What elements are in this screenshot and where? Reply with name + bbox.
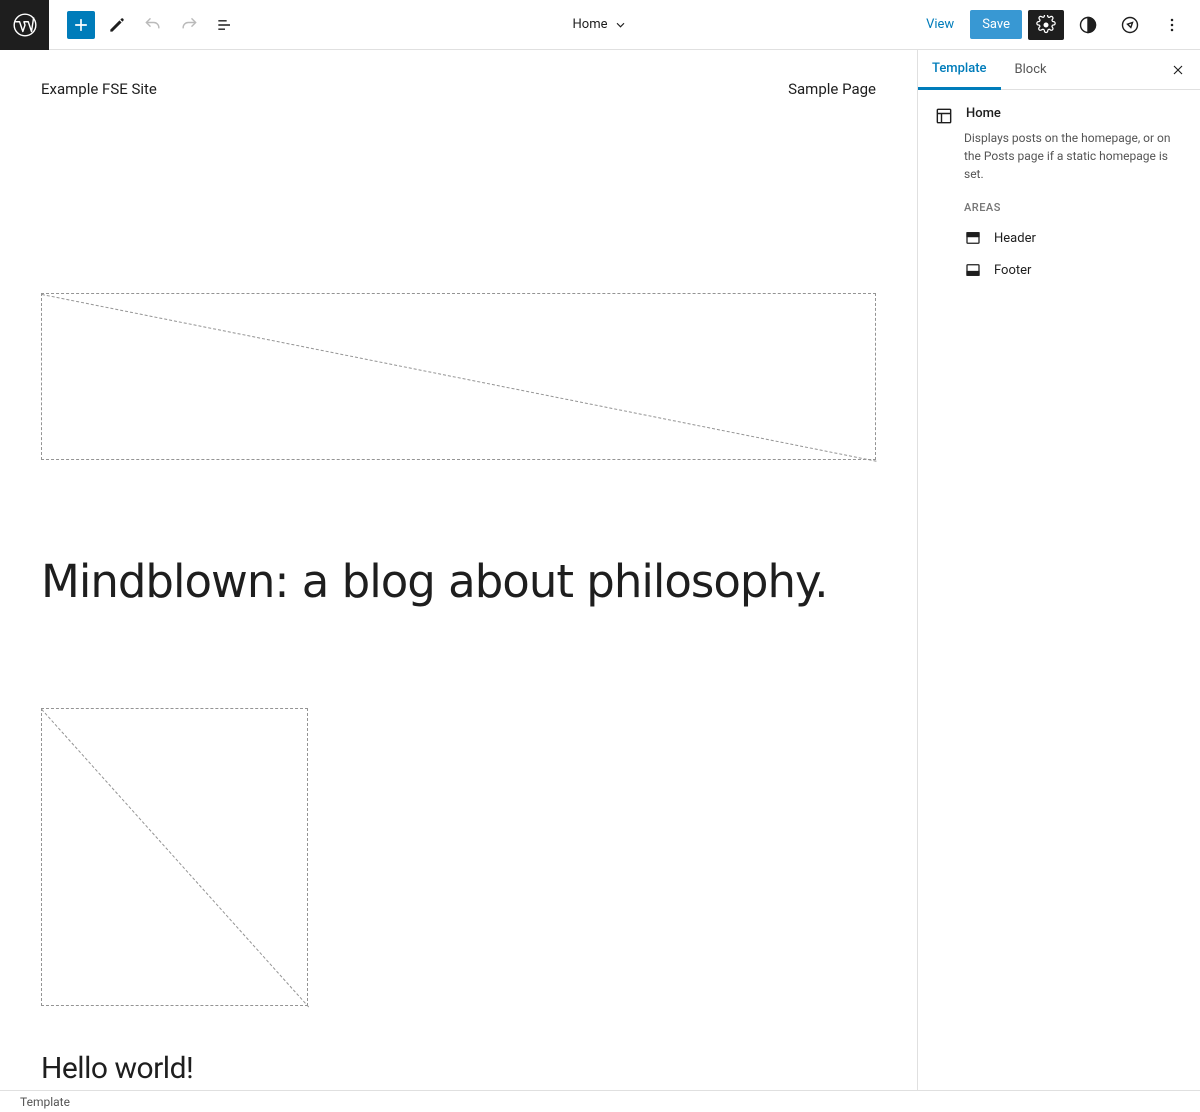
ellipsis-vertical-icon [1162, 15, 1182, 35]
plus-icon [71, 15, 91, 35]
sidebar-tabs: Template Block [918, 50, 1200, 90]
redo-button[interactable] [175, 11, 203, 39]
layout-icon [934, 106, 954, 126]
tab-block[interactable]: Block [1001, 50, 1061, 90]
area-item-header[interactable]: Header [934, 222, 1184, 254]
document-title-dropdown[interactable]: Home [573, 17, 628, 32]
site-title[interactable]: Example FSE Site [41, 80, 157, 98]
wordpress-icon [12, 12, 38, 38]
template-description: Displays posts on the homepage, or on th… [964, 129, 1184, 183]
breadcrumb-item[interactable]: Template [20, 1095, 70, 1109]
header-icon [964, 229, 982, 247]
view-button[interactable]: View [916, 11, 964, 38]
redo-icon [179, 15, 199, 35]
undo-button[interactable] [139, 11, 167, 39]
footer-icon [964, 261, 982, 279]
compass-icon [1120, 15, 1140, 35]
editor-topbar: Home View Save [0, 0, 1200, 50]
toolbar-left-group [49, 11, 239, 39]
areas-heading: AREAS [964, 201, 1184, 214]
close-icon [1170, 62, 1186, 78]
featured-image-placeholder[interactable] [41, 293, 876, 460]
settings-sidebar: Template Block Home Displays posts on th… [918, 50, 1200, 1090]
gear-icon [1036, 15, 1056, 35]
navigation-button[interactable] [1112, 10, 1148, 40]
post-thumbnail-placeholder[interactable] [41, 708, 308, 1006]
list-view-button[interactable] [211, 11, 239, 39]
tools-button[interactable] [103, 11, 131, 39]
close-sidebar-button[interactable] [1166, 58, 1190, 82]
site-header-block[interactable]: Example FSE Site Sample Page [41, 80, 876, 98]
editor-canvas[interactable]: Example FSE Site Sample Page Mindblown: … [0, 50, 918, 1090]
list-view-icon [215, 15, 235, 35]
contrast-icon [1078, 15, 1098, 35]
save-button[interactable]: Save [970, 10, 1022, 39]
page-heading[interactable]: Mindblown: a blog about philosophy. [41, 555, 876, 608]
area-label: Footer [994, 263, 1031, 278]
template-name: Home [966, 106, 1001, 121]
chevron-down-icon [613, 18, 627, 32]
settings-button[interactable] [1028, 10, 1064, 40]
undo-icon [143, 15, 163, 35]
options-button[interactable] [1154, 10, 1190, 40]
area-item-footer[interactable]: Footer [934, 254, 1184, 286]
post-title[interactable]: Hello world! [41, 1051, 876, 1086]
editor-main: Example FSE Site Sample Page Mindblown: … [0, 50, 1200, 1090]
wordpress-logo-button[interactable] [0, 0, 49, 50]
toolbar-right-group: View Save [916, 10, 1200, 40]
block-breadcrumb[interactable]: Template [0, 1090, 1200, 1112]
template-panel: Home Displays posts on the homepage, or … [918, 90, 1200, 302]
styles-button[interactable] [1070, 10, 1106, 40]
document-title-label: Home [573, 17, 608, 32]
nav-link-sample-page[interactable]: Sample Page [788, 80, 876, 98]
tab-template[interactable]: Template [918, 50, 1001, 90]
pencil-icon [107, 15, 127, 35]
block-inserter-button[interactable] [67, 11, 95, 39]
area-label: Header [994, 231, 1036, 246]
